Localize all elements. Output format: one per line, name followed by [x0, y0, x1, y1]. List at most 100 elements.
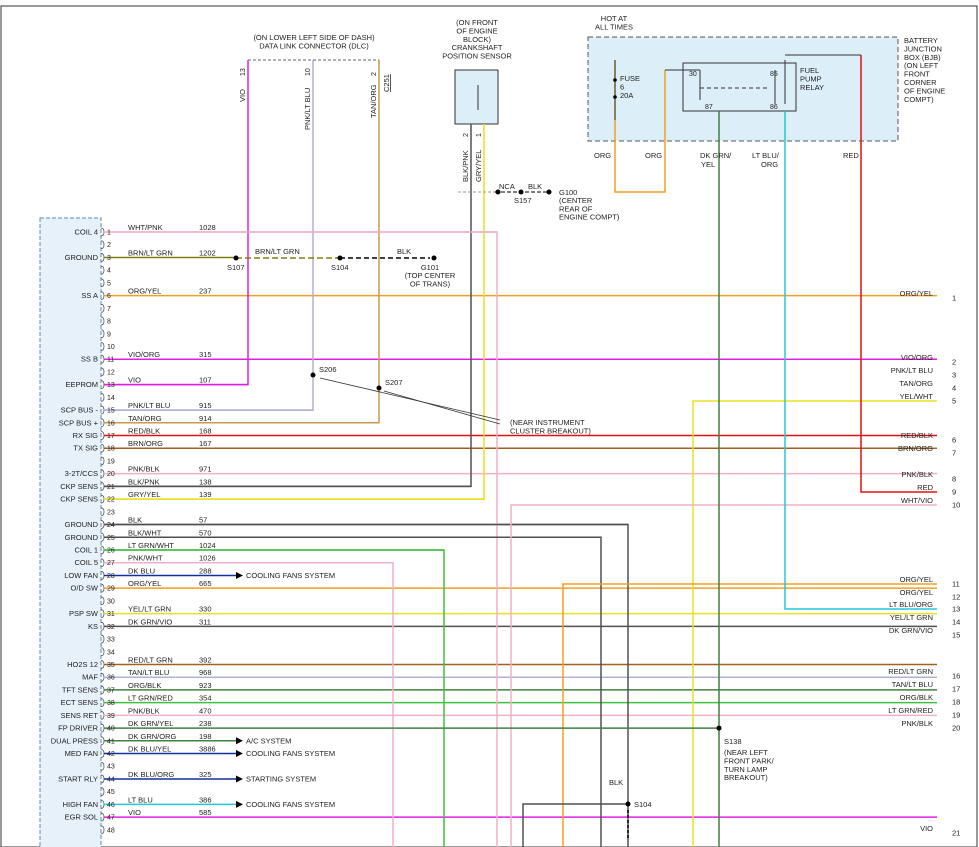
pin-number: 6: [107, 293, 111, 300]
dlc-wire-label: PNK/LT BLU: [303, 88, 312, 130]
pin-function-label: MED FAN: [65, 749, 98, 758]
dlc-wire-label: TAN/ORG: [369, 84, 378, 118]
top-wire-label: LT BLU/: [752, 151, 780, 160]
system-reference: STARTING SYSTEM: [246, 774, 316, 783]
pin-number: 36: [107, 675, 115, 682]
terminal-number: 21: [952, 829, 960, 838]
wire-ground-25: [104, 536, 602, 847]
splice-label: S138: [724, 737, 742, 746]
pin-number: 45: [107, 789, 115, 796]
pin-function-label: ECT SENS: [61, 698, 98, 707]
terminal-wire-label: BRN/ORG: [898, 444, 933, 453]
pin-number: 14: [107, 395, 115, 402]
top-wire-label: ORG: [645, 151, 662, 160]
top-wire-label: RED: [843, 151, 859, 160]
circuit-number: 1024: [199, 541, 216, 550]
circuit-number: 914: [199, 414, 212, 423]
pin-number: 40: [107, 726, 115, 733]
wire-color-label: RED/BLK: [128, 427, 160, 436]
pin-function-label: SENS RET: [60, 711, 98, 720]
crankshaft-position-sensor: [454, 69, 499, 125]
circuit-number: 968: [199, 668, 212, 677]
pin-number: 27: [107, 560, 115, 567]
wire-color-label: VIO: [128, 808, 141, 817]
wire-color-label: PNK/WHT: [128, 554, 163, 563]
wires-layer: [100, 54, 937, 847]
terminal-wire-label: PNK/BLK: [901, 470, 933, 479]
wiring-diagram: 1COIL 4 WHT/PNK 102823GROUND BRN/LT GRN 1202…: [0, 5, 978, 847]
system-arrow: [236, 800, 243, 808]
wire-ground-24: [104, 523, 629, 847]
system-arrow: [236, 737, 243, 745]
pin-number: 31: [107, 611, 115, 618]
pin-number: 22: [107, 497, 115, 504]
splice-label: S104: [634, 800, 652, 809]
pin-number: 42: [107, 751, 115, 758]
wire-dlc-vio: [104, 60, 249, 386]
wire-color-label: BRN/LT GRN: [255, 247, 300, 256]
pin-function-label: SCP BUS -: [61, 406, 99, 415]
terminal-number: 3: [952, 371, 956, 380]
top-wire-label: ORG: [594, 151, 611, 160]
pin-function-label: CKP SENS: [60, 495, 98, 504]
terminal-wire-label: ORG/YEL: [900, 588, 933, 597]
circuit-number: 3886: [199, 745, 216, 754]
pin-number: 18: [107, 446, 115, 453]
splice-s138: [716, 725, 722, 731]
circuit-number: 138: [199, 477, 212, 486]
pin-function-label: O/D SW: [71, 584, 99, 593]
system-reference: COOLING FANS SYSTEM: [246, 571, 335, 580]
circuit-number: 288: [199, 566, 212, 575]
circuit-number: 971: [199, 465, 212, 474]
terminal-wire-label: WHT/VIO: [901, 496, 933, 505]
circuit-number: 315: [199, 350, 212, 359]
pin-function-label: 3-2T/CCS: [65, 469, 98, 478]
terminal-number: 8: [952, 475, 956, 484]
pin-number: 19: [107, 458, 115, 465]
splice-label: S104: [331, 263, 349, 272]
ckp-shield-label: NCA: [499, 182, 515, 191]
dlc-note: DATA LINK CONNECTOR (DLC): [259, 41, 369, 50]
ckp-ground-wire-label: BLK: [528, 182, 542, 191]
wire-color-label: BRN/ORG: [128, 439, 163, 448]
system-reference: COOLING FANS SYSTEM: [246, 800, 335, 809]
terminal-number: 17: [952, 685, 960, 694]
wire-color-label: VIO: [128, 376, 141, 385]
pin-number: 21: [107, 484, 115, 491]
pin-function-label: EEPROM: [65, 380, 98, 389]
wire-color-label: DK GRN/VIO: [128, 617, 172, 626]
terminal-wire-label: RED/BLK: [901, 431, 933, 440]
circuit-number: 107: [199, 376, 212, 385]
pin-function-label: RX SIG: [73, 431, 99, 440]
g101-label: OF TRANS): [410, 279, 451, 288]
circuit-number: 470: [199, 706, 212, 715]
terminal-number: 4: [952, 384, 956, 393]
terminal-wire-label: LT BLU/ORG: [889, 600, 933, 609]
splice-s157: [518, 189, 524, 195]
terminal-wire-label: TAN/LT BLU: [892, 680, 933, 689]
wire-wht-vio: [510, 504, 937, 847]
wire-color-label: VIO/ORG: [128, 350, 160, 359]
terminal-wire-label: RED: [917, 483, 933, 492]
dlc-wire-label: VIO: [238, 89, 247, 102]
pin-function-label: CKP SENS: [60, 482, 98, 491]
terminal-number: 10: [952, 501, 960, 510]
ckp-note: POSITION SENSOR: [442, 52, 512, 61]
dlc-connector-label: C251: [382, 74, 391, 92]
pin-function-label: TX SIG: [73, 444, 98, 453]
fuse-dot: [613, 78, 617, 82]
relay-label: RELAY: [800, 83, 824, 92]
circuit-number: 57: [199, 516, 207, 525]
pin-number: 15: [107, 408, 115, 415]
system-reference: COOLING FANS SYSTEM: [246, 749, 335, 758]
pin-number: 28: [107, 573, 115, 580]
ckp-pin-label: 1: [476, 133, 483, 137]
relay-pin-label: 30: [689, 71, 697, 78]
terminal-wire-label: ORG/YEL: [900, 575, 933, 584]
pin-number: 29: [107, 586, 115, 593]
splice-label: S157: [514, 196, 532, 205]
pin-function-label: FP DRIVER: [58, 724, 98, 733]
leader-s207: [383, 390, 501, 425]
near-ic-label: CLUSTER BREAKOUT): [510, 426, 591, 435]
pin-number: 39: [107, 713, 115, 720]
